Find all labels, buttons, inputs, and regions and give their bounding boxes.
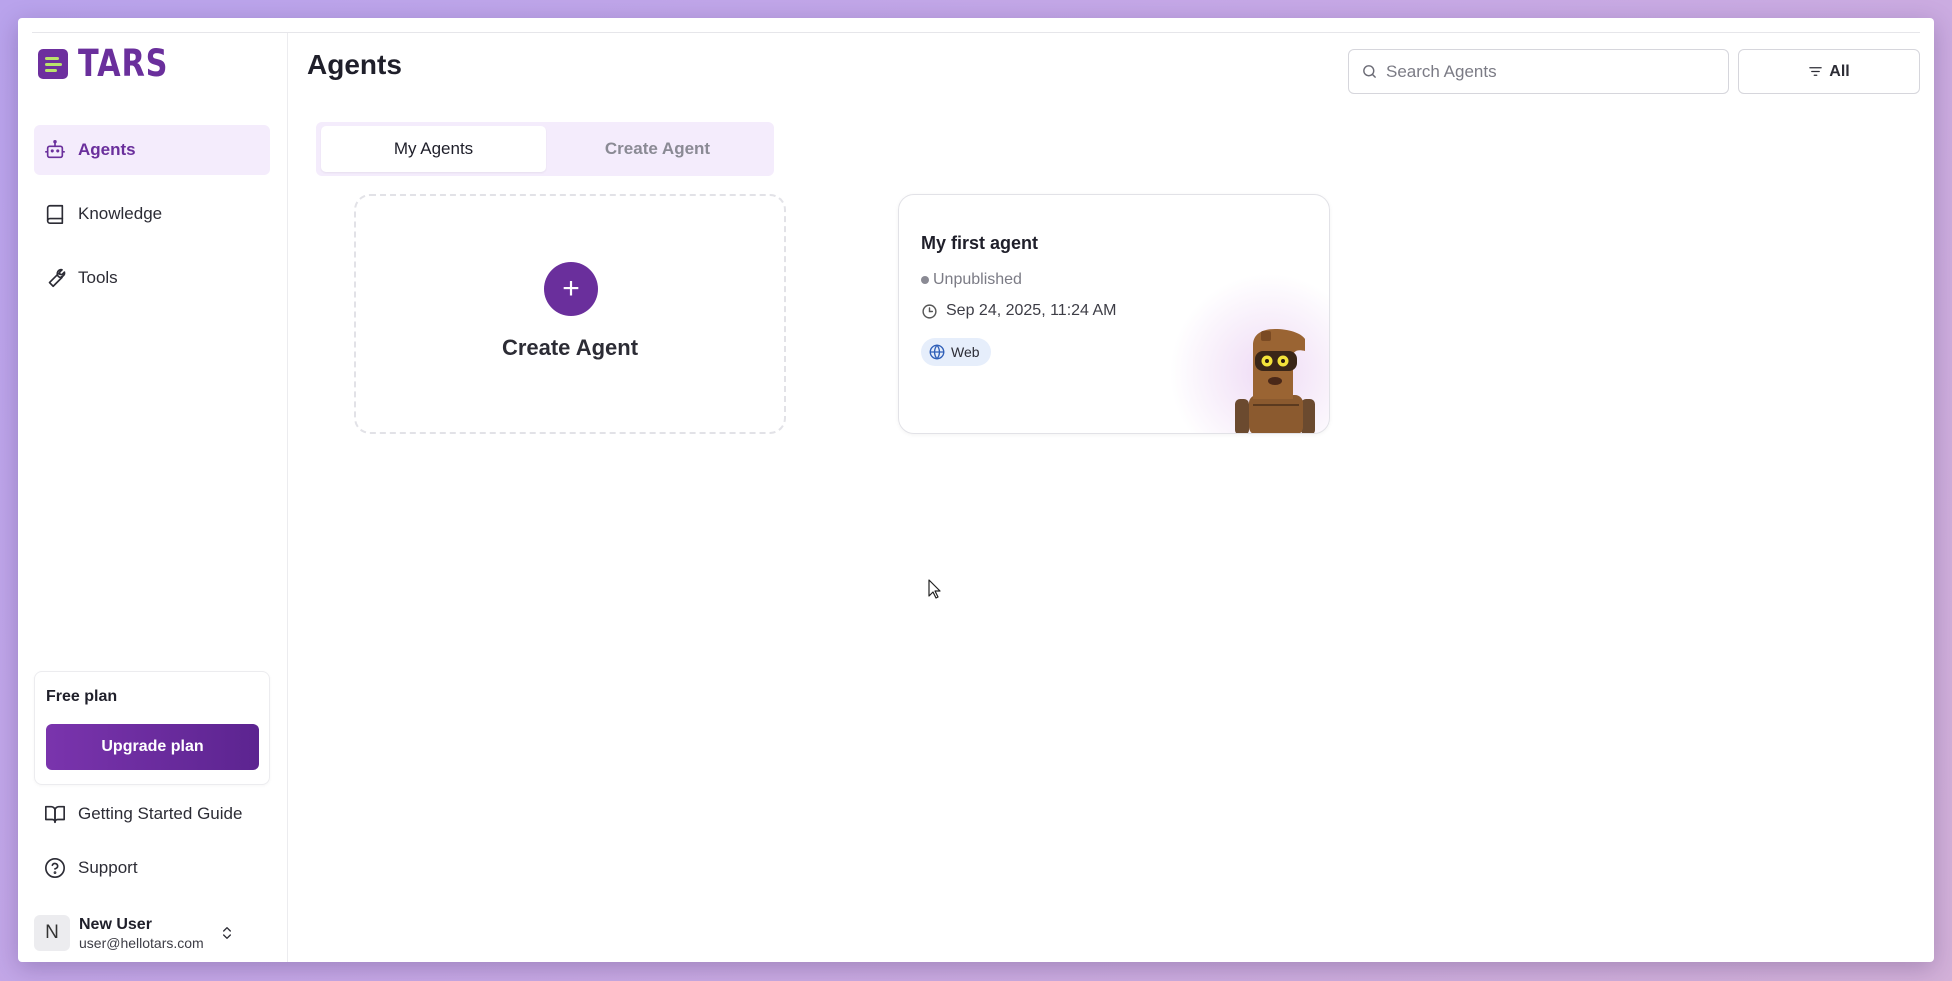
sidebar-item-agents[interactable]: Agents <box>34 125 270 175</box>
getting-started-link[interactable]: Getting Started Guide <box>44 803 242 825</box>
support-label: Support <box>78 858 138 877</box>
agent-status: Unpublished <box>921 271 1022 289</box>
getting-started-label: Getting Started Guide <box>78 804 243 823</box>
sidebar-item-label: Knowledge <box>78 204 163 223</box>
sidebar-item-label: Agents <box>78 140 136 159</box>
tab-my-agents[interactable]: My Agents <box>321 126 546 172</box>
user-email: user@hellotars.com <box>79 934 204 951</box>
channel-label: Web <box>951 344 980 360</box>
plan-card: Free plan Upgrade plan <box>34 671 270 785</box>
search-icon <box>1363 65 1376 78</box>
create-agent-card[interactable]: + Create Agent <box>354 194 786 434</box>
robot-icon <box>45 140 65 159</box>
plan-title: Free plan <box>46 688 118 705</box>
help-circle-icon <box>45 858 65 878</box>
globe-icon <box>929 344 945 360</box>
user-menu[interactable]: N New User user@hellotars.com <box>34 911 270 955</box>
book-icon <box>46 204 64 224</box>
agent-card[interactable]: My first agent Unpublished Sep 24, 2025,… <box>898 194 1330 434</box>
support-link[interactable]: Support <box>44 857 138 879</box>
agent-date: Sep 24, 2025, 11:24 AM <box>921 302 1117 320</box>
create-agent-label: Create Agent <box>501 335 639 360</box>
open-book-icon <box>45 805 65 824</box>
upgrade-plan-button[interactable]: Upgrade plan <box>46 724 259 770</box>
status-dot-icon <box>921 276 929 284</box>
sidebar-nav: Agents Knowledge Tools <box>34 125 270 317</box>
sidebar-item-tools[interactable]: Tools <box>34 253 270 303</box>
sidebar-item-label: Tools <box>78 268 118 287</box>
user-name: New User <box>79 915 152 933</box>
clock-icon <box>922 303 937 319</box>
agent-tabs: My Agents Create Agent <box>316 122 774 176</box>
robot-mascot-icon <box>1235 329 1315 433</box>
logo-text: TARS <box>78 42 169 85</box>
tab-create-agent[interactable]: Create Agent <box>545 126 770 172</box>
mouse-cursor-icon <box>928 579 941 599</box>
user-info: New User user@hellotars.com <box>79 916 204 951</box>
chevrons-up-down-icon[interactable] <box>219 925 235 941</box>
page-title: Agents <box>307 49 402 80</box>
sidebar-item-knowledge[interactable]: Knowledge <box>34 189 270 239</box>
agent-name: My first agent <box>921 233 1039 253</box>
window-top-border <box>32 32 1920 33</box>
search-box[interactable] <box>1348 49 1729 94</box>
channel-badge: Web <box>921 338 991 366</box>
agent-date-label: Sep 24, 2025, 11:24 AM <box>946 302 1117 319</box>
app-window: TARS Agents Knowledge Tools Free plan Up… <box>18 18 1934 962</box>
plus-icon[interactable]: + <box>544 262 598 316</box>
filter-label: All <box>1829 62 1850 80</box>
filter-icon <box>1809 67 1823 76</box>
filter-button[interactable]: All <box>1738 49 1920 94</box>
logo[interactable]: TARS <box>38 42 188 85</box>
tars-logo-icon <box>38 48 68 79</box>
agent-status-label: Unpublished <box>933 271 1022 288</box>
sidebar: TARS Agents Knowledge Tools Free plan Up… <box>18 33 288 962</box>
search-input[interactable] <box>1386 61 1706 82</box>
avatar: N <box>34 915 70 951</box>
wrench-icon <box>48 268 66 288</box>
